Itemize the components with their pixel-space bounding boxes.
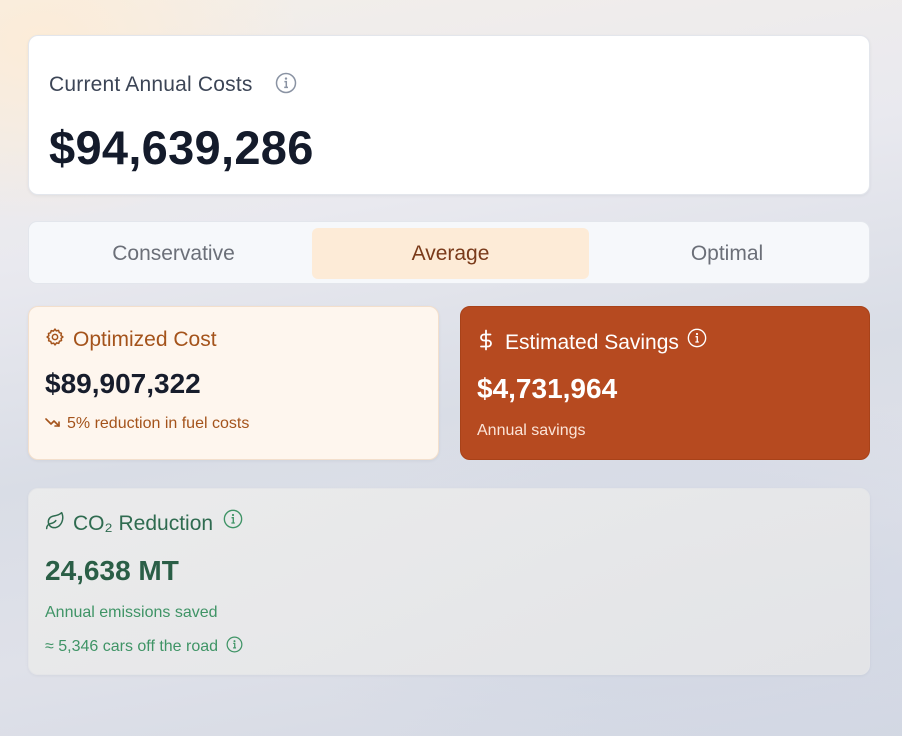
optimized-cost-value: $89,907,322	[45, 368, 201, 399]
estimated-savings-note: Annual savings	[477, 422, 586, 439]
estimated-savings-header: Estimated Savings	[477, 328, 707, 356]
co2-reduction-header: CO₂ Reduction	[45, 509, 243, 536]
co2-reduction-card: CO₂ Reduction 24,638 MT Annual emissions…	[28, 488, 870, 675]
tab-optimal[interactable]: Optimal	[589, 228, 865, 279]
cars-equivalent-text: ≈ 5,346 cars off the road	[45, 638, 219, 655]
co2-reduction-note: Annual emissions saved	[45, 604, 218, 621]
optimized-cost-title: Optimized Cost	[73, 327, 217, 351]
tab-conservative[interactable]: Conservative	[35, 228, 312, 279]
current-costs-header: Current Annual Costs	[49, 70, 297, 99]
gear-icon	[45, 327, 65, 352]
info-icon[interactable]	[226, 636, 243, 658]
optimized-cost-card: Optimized Cost $89,907,322 5% reduction …	[28, 306, 439, 460]
optimized-cost-header: Optimized Cost	[45, 327, 217, 352]
info-icon[interactable]	[223, 509, 243, 534]
estimated-savings-title: Estimated Savings	[505, 330, 679, 354]
cars-equivalent: ≈ 5,346 cars off the road	[45, 636, 243, 658]
current-annual-costs-card: Current Annual Costs $94,639,286	[28, 35, 870, 195]
scenario-tabs: Conservative Average Optimal	[28, 221, 870, 284]
estimated-savings-card: Estimated Savings $4,731,964 Annual savi…	[460, 306, 870, 460]
info-icon[interactable]	[275, 72, 297, 99]
estimated-savings-value: $4,731,964	[477, 373, 618, 404]
info-icon[interactable]	[687, 328, 707, 353]
current-costs-title: Current Annual Costs	[49, 72, 253, 96]
tab-average[interactable]: Average	[312, 228, 589, 279]
trending-down-icon	[45, 415, 61, 433]
co2-reduction-title: CO₂ Reduction	[73, 511, 214, 535]
co2-reduction-value: 24,638 MT	[45, 555, 179, 586]
leaf-icon	[45, 511, 65, 536]
current-costs-amount: $94,639,286	[49, 121, 314, 174]
dollar-icon	[477, 329, 495, 356]
optimized-cost-note-text: 5% reduction in fuel costs	[67, 415, 250, 432]
optimized-cost-note: 5% reduction in fuel costs	[45, 415, 249, 433]
